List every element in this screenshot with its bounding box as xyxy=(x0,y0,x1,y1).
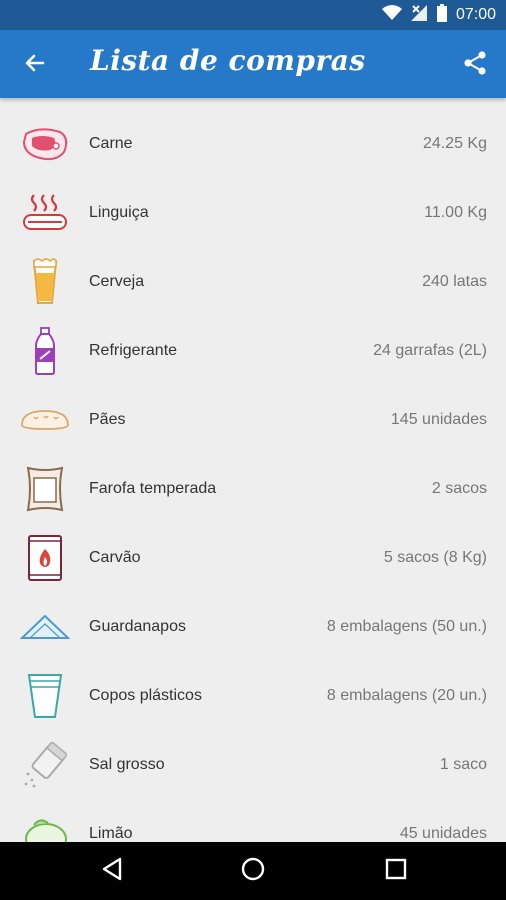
salt-shaker-icon xyxy=(20,740,70,790)
item-name: Sal grosso xyxy=(89,756,165,773)
bread-icon xyxy=(20,395,70,445)
napkin-icon xyxy=(20,602,70,652)
item-quantity: 240 latas xyxy=(422,273,487,290)
list-item[interactable]: Copos plásticos 8 embalagens (20 un.) xyxy=(0,661,506,730)
lemon-icon xyxy=(20,809,70,842)
item-name: Copos plásticos xyxy=(89,687,202,704)
item-name: Refrigerante xyxy=(89,342,178,359)
status-time: 07:00 xyxy=(455,6,496,23)
battery-icon xyxy=(436,3,448,27)
status-bar: 07:00 xyxy=(0,0,506,30)
status-icons: 07:00 xyxy=(381,0,496,30)
charcoal-bag-icon xyxy=(20,533,70,583)
nav-home-button[interactable] xyxy=(238,856,268,886)
recents-square-icon xyxy=(385,858,407,885)
list-item[interactable]: Carvão 5 sacos (8 Kg) xyxy=(0,523,506,592)
list-item[interactable]: Sal grosso 1 saco xyxy=(0,730,506,799)
item-quantity: 1 saco xyxy=(439,756,487,773)
item-quantity: 11.00 Kg xyxy=(424,204,487,221)
item-name: Farofa temperada xyxy=(89,480,217,497)
list-item[interactable]: Pães 145 unidades xyxy=(0,385,506,454)
list-item[interactable]: Linguiça 11.00 Kg xyxy=(0,178,506,247)
no-signal-icon xyxy=(410,4,428,27)
item-name: Linguiça xyxy=(89,204,149,221)
item-quantity: 5 sacos (8 Kg) xyxy=(383,549,487,566)
soda-bottle-icon xyxy=(20,326,70,376)
shopping-list: Carne 24.25 Kg Linguiça 11.00 Kg Cerveja… xyxy=(0,98,506,842)
item-name: Carne xyxy=(89,135,133,152)
list-item[interactable]: Cerveja 240 latas xyxy=(0,247,506,316)
plastic-cups-icon xyxy=(20,671,70,721)
bag-icon xyxy=(20,464,70,514)
item-name: Carvão xyxy=(89,549,141,566)
list-item[interactable]: Guardanapos 8 embalagens (50 un.) xyxy=(0,592,506,661)
item-quantity: 145 unidades xyxy=(390,411,487,428)
item-name: Pães xyxy=(89,411,126,428)
back-triangle-icon xyxy=(101,857,123,886)
nav-back-button[interactable] xyxy=(97,856,127,886)
app-bar: Lista de compras xyxy=(0,30,506,98)
item-quantity: 24 garrafas (2L) xyxy=(373,342,487,359)
item-name: Cerveja xyxy=(89,273,145,290)
beer-glass-icon xyxy=(20,257,70,307)
back-button[interactable] xyxy=(18,48,52,82)
list-item[interactable]: Limão 45 unidades xyxy=(0,799,506,842)
share-icon xyxy=(462,50,488,81)
nav-recents-button[interactable] xyxy=(381,856,411,886)
item-quantity: 8 embalagens (20 un.) xyxy=(326,687,487,704)
item-name: Guardanapos xyxy=(89,618,186,635)
list-item[interactable]: Farofa temperada 2 sacos xyxy=(0,454,506,523)
list-item[interactable]: Carne 24.25 Kg xyxy=(0,109,506,178)
item-quantity: 45 unidades xyxy=(399,825,487,842)
meat-icon xyxy=(20,119,70,169)
list-item[interactable]: Refrigerante 24 garrafas (2L) xyxy=(0,316,506,385)
wifi-icon xyxy=(381,4,402,26)
share-button[interactable] xyxy=(458,48,492,82)
page-title: Lista de compras xyxy=(90,44,366,77)
arrow-back-icon xyxy=(23,51,47,80)
navigation-bar xyxy=(0,842,506,900)
sausage-icon xyxy=(20,188,70,238)
item-quantity: 8 embalagens (50 un.) xyxy=(326,618,487,635)
item-quantity: 2 sacos xyxy=(431,480,487,497)
home-circle-icon xyxy=(240,856,266,887)
item-quantity: 24.25 Kg xyxy=(422,135,487,152)
item-name: Limão xyxy=(89,825,133,842)
